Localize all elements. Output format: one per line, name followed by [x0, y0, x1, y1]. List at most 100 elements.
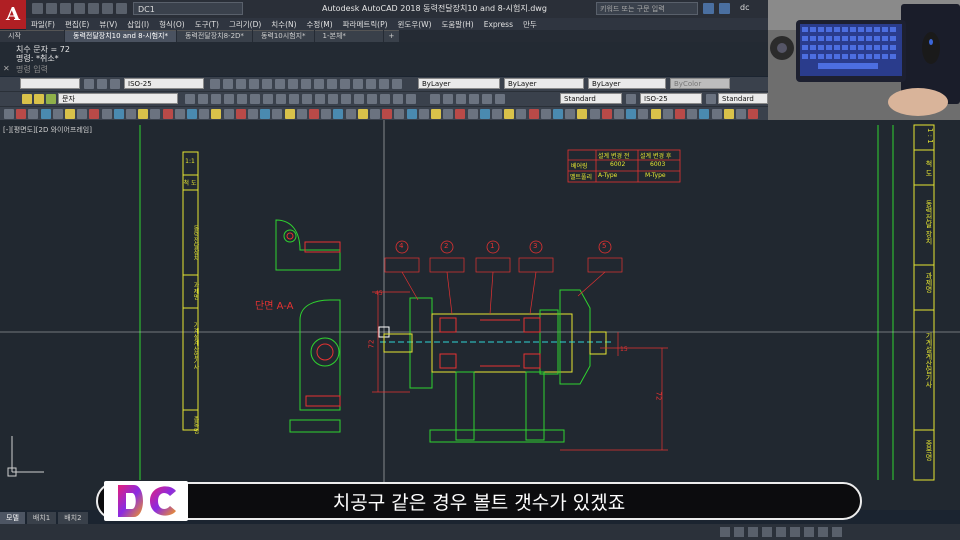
tool-button-icon[interactable] — [272, 109, 283, 119]
tool-button-icon[interactable] — [748, 109, 759, 119]
tool-button-icon[interactable] — [516, 109, 527, 119]
tool-button-icon[interactable] — [370, 109, 380, 119]
command-close-icon[interactable]: ✕ — [3, 64, 13, 74]
mirror-icon[interactable] — [315, 94, 325, 104]
tool-button-icon[interactable] — [443, 109, 454, 119]
menu-dimension[interactable]: 치수(N) — [266, 19, 301, 30]
textstyle-manager-icon[interactable] — [626, 94, 636, 104]
offset-icon[interactable] — [328, 94, 338, 104]
menu-format[interactable]: 형식(O) — [154, 19, 190, 30]
center-mark-icon[interactable] — [327, 79, 337, 89]
tool-button-icon[interactable] — [540, 109, 551, 119]
tool-button-icon[interactable] — [223, 109, 234, 119]
leader-icon[interactable] — [301, 79, 311, 89]
tab-active-drawing[interactable]: 동력전달장치10 and 8-시험지* — [65, 30, 176, 42]
save-as-icon[interactable] — [74, 3, 85, 14]
search-input[interactable]: 키워드 또는 구문 입력 — [596, 2, 698, 15]
new-file-icon[interactable] — [32, 3, 43, 14]
account-icon[interactable] — [719, 3, 730, 14]
menu-insert[interactable]: 삽입(I) — [122, 19, 154, 30]
plot-icon[interactable] — [88, 3, 99, 14]
annotation-scale-icon[interactable] — [804, 527, 814, 537]
tool-button-icon[interactable] — [333, 109, 344, 119]
save-icon[interactable] — [60, 3, 71, 14]
osnap-toggle-icon[interactable] — [776, 527, 786, 537]
zoom-previous-icon[interactable] — [110, 79, 120, 89]
tab-drawing-3[interactable]: 동력10시험지* — [252, 30, 314, 42]
menu-parametric[interactable]: 파라메트릭(P) — [338, 19, 393, 30]
tool-button-icon[interactable] — [162, 109, 173, 119]
tool-button-icon[interactable] — [28, 109, 39, 119]
tool-button-icon[interactable] — [321, 109, 332, 119]
tool-button-icon[interactable] — [138, 109, 149, 119]
tolerance-icon[interactable] — [314, 79, 324, 89]
layer-lock-icon[interactable] — [46, 94, 56, 104]
tool-button-icon[interactable] — [65, 109, 75, 119]
autocad-logo[interactable]: A — [0, 0, 26, 29]
tool-button-icon[interactable] — [77, 109, 88, 119]
tool-button-icon[interactable] — [126, 109, 136, 119]
tool-button-icon[interactable] — [345, 109, 356, 119]
tool-button-icon[interactable] — [723, 109, 734, 119]
dim-edit-icon[interactable] — [340, 79, 350, 89]
tool-button-icon[interactable] — [16, 109, 27, 119]
polyline-icon[interactable] — [198, 94, 208, 104]
tool-button-icon[interactable] — [492, 109, 502, 119]
tool-button-icon[interactable] — [394, 109, 405, 119]
tool-button-icon[interactable] — [589, 109, 600, 119]
tool-button-icon[interactable] — [650, 109, 661, 119]
hatch-icon[interactable] — [250, 94, 260, 104]
tool-button-icon[interactable] — [382, 109, 393, 119]
fillet-icon[interactable] — [367, 94, 377, 104]
tool-button-icon[interactable] — [309, 109, 319, 119]
trim-icon[interactable] — [341, 94, 351, 104]
dim-angular-icon[interactable] — [262, 79, 272, 89]
tool-button-icon[interactable] — [187, 109, 197, 119]
tab-layout-1[interactable]: 배치1 — [26, 512, 57, 524]
tool-button-icon[interactable] — [199, 109, 210, 119]
layer-match-icon[interactable] — [379, 79, 389, 89]
layer-combo[interactable]: 문자 — [58, 93, 178, 104]
tool-button-icon[interactable] — [553, 109, 563, 119]
tool-button-icon[interactable] — [4, 109, 14, 119]
user-name[interactable]: dc — [740, 3, 749, 12]
tool-button-icon[interactable] — [479, 109, 490, 119]
tool-button-icon[interactable] — [711, 109, 722, 119]
tool-button-icon[interactable] — [675, 109, 685, 119]
undo-icon[interactable] — [102, 3, 113, 14]
tool-button-icon[interactable] — [406, 109, 417, 119]
tool-button-icon[interactable] — [565, 109, 576, 119]
dimstyle-combo-2[interactable]: ISO-25 — [640, 93, 702, 104]
dimstyle-manager-icon[interactable] — [706, 94, 716, 104]
search-icon[interactable] — [703, 3, 714, 14]
command-input[interactable]: 명령 입력 — [16, 64, 516, 74]
menu-help[interactable]: 도움말(H) — [437, 19, 479, 30]
dim-diameter-icon[interactable] — [249, 79, 259, 89]
tool-button-icon[interactable] — [296, 109, 307, 119]
layer-on-icon[interactable] — [22, 94, 32, 104]
workspace-switch-icon[interactable] — [818, 527, 828, 537]
tab-start[interactable]: 시작 — [0, 30, 64, 42]
layer-freeze-icon[interactable] — [34, 94, 44, 104]
new-tab-plus-icon[interactable]: + — [383, 30, 400, 42]
menu-tools[interactable]: 도구(T) — [190, 19, 224, 30]
dim-baseline-icon[interactable] — [275, 79, 285, 89]
explode-icon[interactable] — [393, 94, 403, 104]
tool-button-icon[interactable] — [89, 109, 100, 119]
menu-window[interactable]: 윈도우(W) — [393, 19, 437, 30]
menu-draw[interactable]: 그리기(D) — [224, 19, 266, 30]
tablestyle-combo[interactable]: Standard — [718, 93, 768, 104]
redo-icon[interactable] — [116, 3, 127, 14]
arc-icon[interactable] — [224, 94, 234, 104]
tool-button-icon[interactable] — [101, 109, 112, 119]
polar-toggle-icon[interactable] — [762, 527, 772, 537]
tool-button-icon[interactable] — [284, 109, 295, 119]
tool-button-icon[interactable] — [577, 109, 588, 119]
tool-button-icon[interactable] — [528, 109, 539, 119]
tool-button-icon[interactable] — [467, 109, 478, 119]
textstyle-combo[interactable]: Standard — [560, 93, 622, 104]
menu-edit[interactable]: 편집(E) — [60, 19, 94, 30]
chamfer-icon[interactable] — [380, 94, 390, 104]
text-icon[interactable] — [263, 94, 273, 104]
tab-drawing-4[interactable]: 1-본체* — [314, 30, 383, 42]
